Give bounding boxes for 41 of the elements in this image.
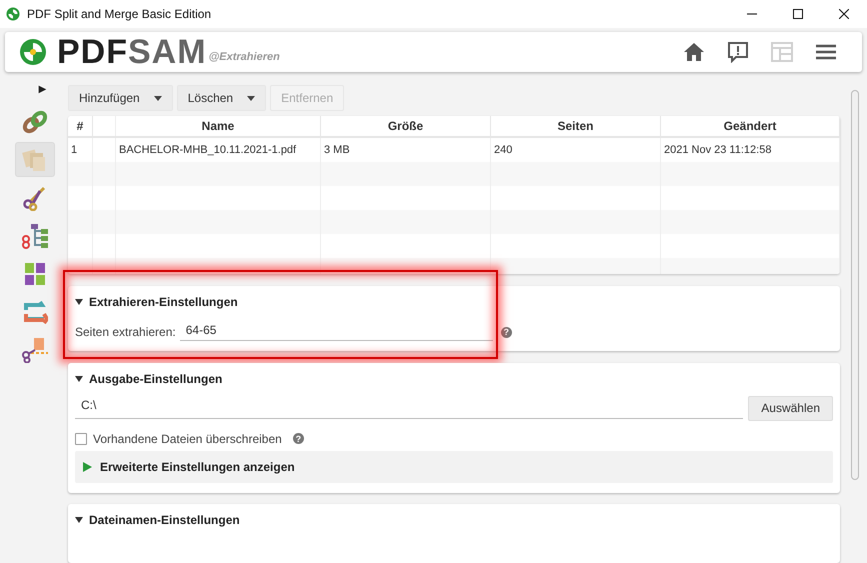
close-icon (839, 9, 849, 19)
caret-icon (247, 96, 256, 100)
toolbar-button[interactable]: Löschen (176, 85, 266, 111)
scissors-icon (22, 184, 48, 210)
caret-down-icon (75, 298, 83, 306)
caret-down-icon (75, 374, 83, 383)
section-toggle[interactable]: Ausgabe-Einstellungen (75, 372, 222, 386)
module-subtitle: @Extrahieren (208, 51, 281, 63)
rotate-arrows-icon (22, 300, 48, 324)
column-header[interactable]: Seiten (491, 116, 661, 136)
help-icon: ? (500, 326, 512, 338)
scissors-page-icon (21, 336, 49, 362)
logo-text: SAM (128, 35, 207, 69)
column-header[interactable]: # (68, 116, 93, 136)
app-icon (6, 7, 20, 21)
pages-field[interactable]: 64-65 (180, 323, 493, 342)
section-toggle[interactable]: Extrahieren-Einstellungen (75, 295, 238, 310)
column-header[interactable]: Geändert (661, 116, 840, 136)
pages-icon (22, 146, 48, 172)
checkbox-label: Vorhandene Dateien überschreiben (93, 432, 282, 446)
window-title: PDF Split and Merge Basic Edition (27, 7, 212, 21)
advanced-settings-toggle[interactable]: Erweiterte Einstellungen anzeigen (75, 450, 833, 483)
logo-text: PDF (57, 35, 128, 69)
expand-arrow[interactable]: ▶ (38, 84, 46, 95)
column-header[interactable]: Größe (321, 116, 491, 136)
maximize-icon (793, 9, 803, 19)
logo-icon (19, 38, 47, 66)
chain-link-icon (22, 110, 48, 134)
toolbar-button[interactable]: Hinzufügen (68, 85, 173, 111)
column-header[interactable]: Name (116, 116, 321, 136)
section-toggle[interactable]: Dateinamen-Einstellungen (75, 512, 240, 527)
caret-down-icon (75, 516, 83, 524)
help-icon: ? (292, 433, 304, 444)
mix-grid-icon (23, 260, 47, 286)
caret-icon (154, 96, 162, 100)
field-label: Seiten extrahieren: (75, 325, 176, 340)
checkbox[interactable] (75, 432, 87, 445)
path-field[interactable]: C:\ (75, 398, 744, 419)
choose-button[interactable]: Auswählen (748, 396, 833, 421)
play-triangle-icon (83, 462, 92, 472)
tree-scissors-icon (21, 222, 49, 248)
